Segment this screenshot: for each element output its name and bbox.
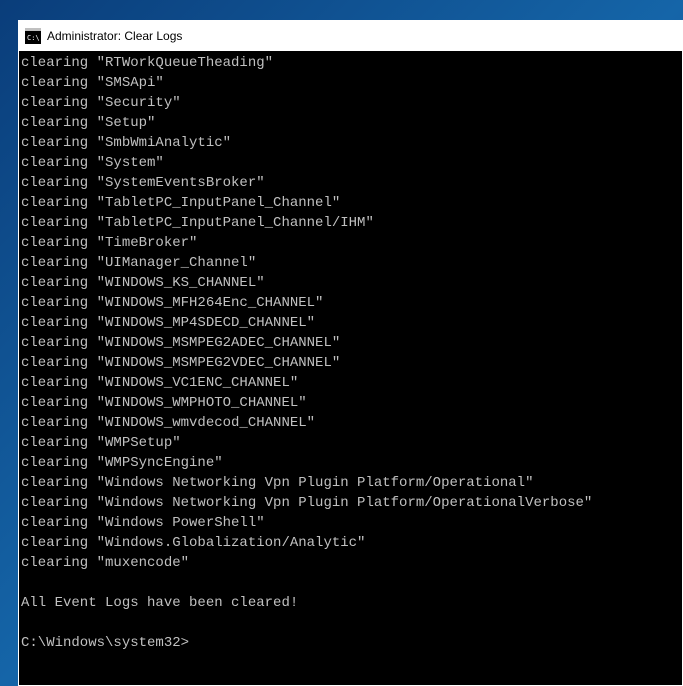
terminal-line: clearing "System" — [21, 153, 680, 173]
cmd-icon: C:\ — [25, 28, 41, 44]
terminal-line: clearing "TimeBroker" — [21, 233, 680, 253]
terminal-line: clearing "WINDOWS_MSMPEG2VDEC_CHANNEL" — [21, 353, 680, 373]
terminal-line: clearing "RTWorkQueueTheading" — [21, 53, 680, 73]
terminal-line: clearing "Windows.Globalization/Analytic… — [21, 533, 680, 553]
terminal-line: clearing "WINDOWS_MSMPEG2ADEC_CHANNEL" — [21, 333, 680, 353]
terminal-line: clearing "Security" — [21, 93, 680, 113]
terminal-line: clearing "Windows Networking Vpn Plugin … — [21, 473, 680, 493]
terminal-line: clearing "WINDOWS_MFH264Enc_CHANNEL" — [21, 293, 680, 313]
terminal-blank — [21, 573, 680, 593]
terminal-line: clearing "UIManager_Channel" — [21, 253, 680, 273]
terminal-line: clearing "WINDOWS_WMPHOTO_CHANNEL" — [21, 393, 680, 413]
terminal-line: clearing "SMSApi" — [21, 73, 680, 93]
terminal-output[interactable]: clearing "RTWorkQueueTheading"clearing "… — [19, 51, 682, 685]
terminal-line: clearing "Windows PowerShell" — [21, 513, 680, 533]
terminal-line: clearing "SystemEventsBroker" — [21, 173, 680, 193]
terminal-line: clearing "WINDOWS_MP4SDECD_CHANNEL" — [21, 313, 680, 333]
terminal-line: clearing "WINDOWS_wmvdecod_CHANNEL" — [21, 413, 680, 433]
titlebar[interactable]: C:\ Administrator: Clear Logs — [19, 21, 682, 51]
completion-message: All Event Logs have been cleared! — [21, 593, 680, 613]
terminal-line: clearing "WINDOWS_KS_CHANNEL" — [21, 273, 680, 293]
terminal-line: clearing "TabletPC_InputPanel_Channel" — [21, 193, 680, 213]
terminal-blank — [21, 613, 680, 633]
terminal-line: clearing "TabletPC_InputPanel_Channel/IH… — [21, 213, 680, 233]
terminal-line: clearing "WMPSyncEngine" — [21, 453, 680, 473]
svg-text:C:\: C:\ — [27, 34, 40, 42]
terminal-line: clearing "SmbWmiAnalytic" — [21, 133, 680, 153]
terminal-line: clearing "muxencode" — [21, 553, 680, 573]
prompt-text: C:\Windows\system32> — [21, 635, 189, 651]
terminal-line: clearing "WMPSetup" — [21, 433, 680, 453]
terminal-line: clearing "Setup" — [21, 113, 680, 133]
window-title: Administrator: Clear Logs — [47, 29, 182, 43]
terminal-line: clearing "WINDOWS_VC1ENC_CHANNEL" — [21, 373, 680, 393]
terminal-line: clearing "Windows Networking Vpn Plugin … — [21, 493, 680, 513]
prompt-line[interactable]: C:\Windows\system32> — [21, 633, 680, 653]
cmd-window: C:\ Administrator: Clear Logs clearing "… — [18, 20, 683, 686]
